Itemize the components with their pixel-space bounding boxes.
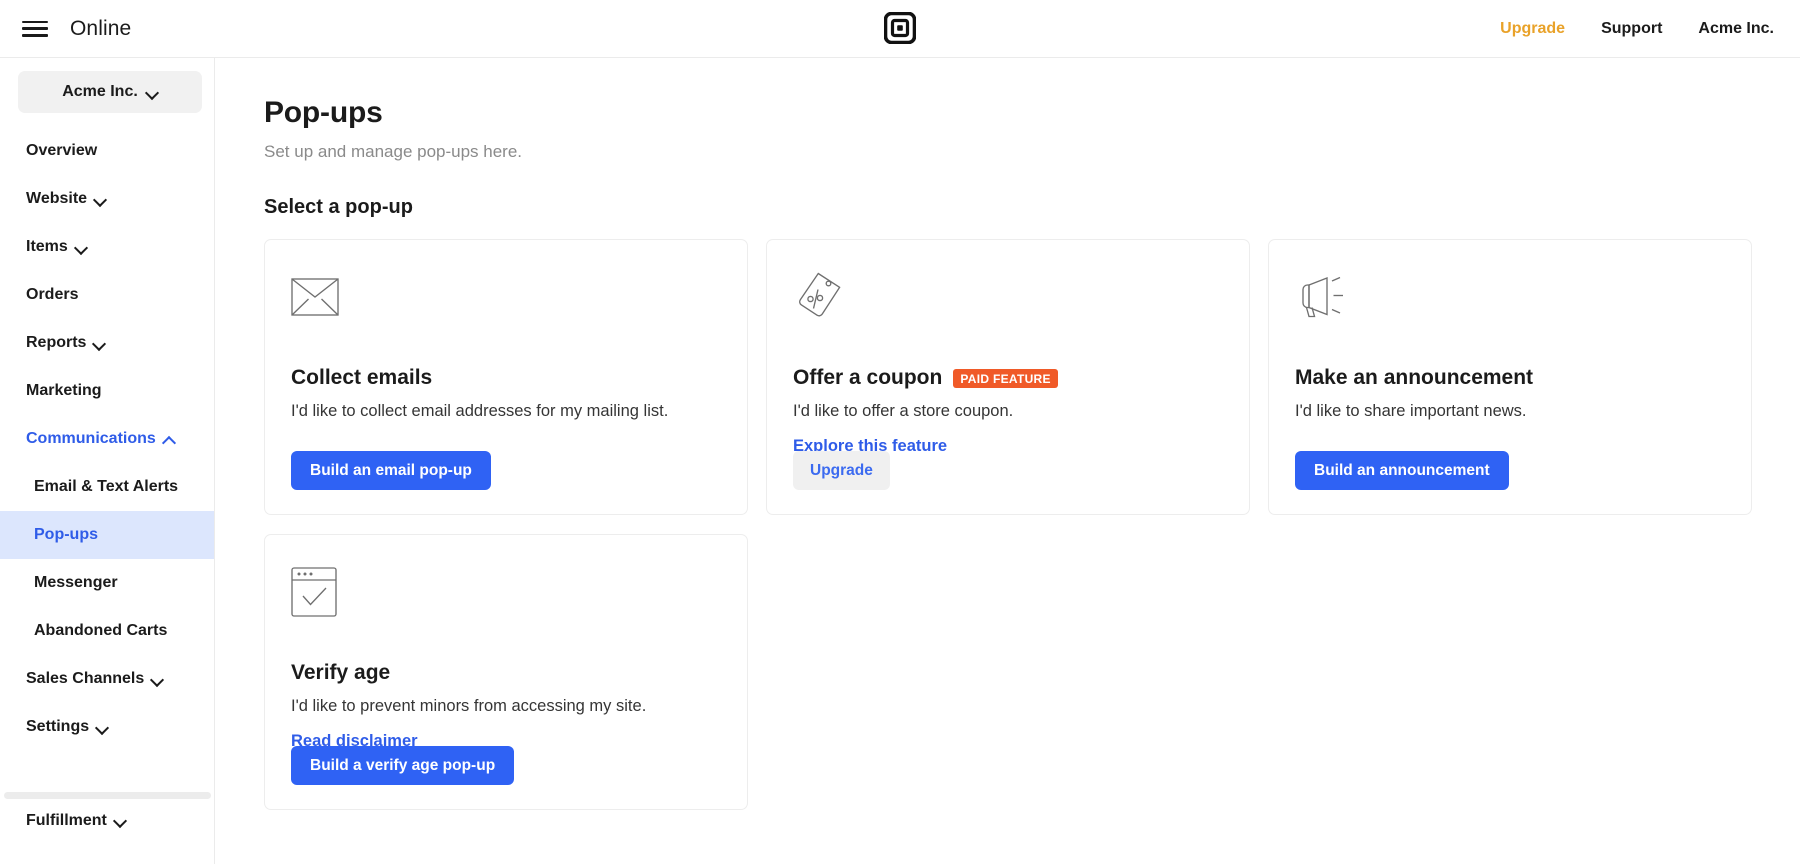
- sidebar-item-sales-channels[interactable]: Sales Channels: [0, 655, 214, 703]
- chevron-down-icon: [152, 674, 163, 685]
- sidebar-item-label: Settings: [26, 718, 89, 736]
- sidebar-item-label: Items: [26, 238, 68, 256]
- section-title: Select a pop-up: [264, 196, 1800, 219]
- popup-card-make-announcement[interactable]: Make an announcement I'd like to share i…: [1268, 239, 1752, 515]
- sidebar-item-items[interactable]: Items: [0, 223, 214, 271]
- sidebar-scroll-area: Acme Inc. Overview Website Items Orders …: [0, 58, 214, 789]
- popup-card-verify-age[interactable]: Verify age I'd like to prevent minors fr…: [264, 534, 748, 810]
- sidebar-item-label: Email & Text Alerts: [34, 478, 178, 496]
- card-title: Collect emails: [291, 366, 432, 390]
- card-actions: Upgrade: [793, 451, 890, 490]
- card-heading-row: Make an announcement: [1295, 366, 1725, 390]
- sidebar-horizontal-scrollbar[interactable]: [2, 789, 214, 801]
- build-announcement-button[interactable]: Build an announcement: [1295, 451, 1509, 490]
- upgrade-button[interactable]: Upgrade: [793, 451, 890, 490]
- sidebar-item-label: Reports: [26, 334, 86, 352]
- chevron-down-icon: [95, 194, 106, 205]
- card-title: Offer a coupon: [793, 366, 942, 390]
- store-switcher[interactable]: Acme Inc.: [18, 71, 202, 113]
- sidebar-item-settings[interactable]: Settings: [0, 703, 214, 751]
- card-description: I'd like to prevent minors from accessin…: [291, 697, 721, 716]
- square-logo-icon[interactable]: [884, 12, 916, 44]
- build-verify-age-popup-button[interactable]: Build a verify age pop-up: [291, 746, 514, 785]
- price-tag-icon: [793, 268, 1223, 326]
- sidebar-item-fulfillment[interactable]: Fulfillment: [0, 797, 126, 845]
- sidebar-item-communications[interactable]: Communications: [0, 415, 214, 463]
- topbar-link-support[interactable]: Support: [1601, 20, 1662, 38]
- sidebar-item-label: Overview: [26, 142, 97, 160]
- card-title: Verify age: [291, 661, 390, 685]
- chevron-down-icon: [115, 815, 126, 826]
- card-title: Make an announcement: [1295, 366, 1533, 390]
- card-description: I'd like to offer a store coupon.: [793, 402, 1223, 421]
- sidebar-nav: Overview Website Items Orders Reports Ma…: [0, 127, 214, 751]
- sidebar-item-overview[interactable]: Overview: [0, 127, 214, 175]
- sidebar-item-reports[interactable]: Reports: [0, 319, 214, 367]
- topbar-right-group: Upgrade Support Acme Inc.: [1500, 0, 1774, 58]
- card-heading-row: Verify age: [291, 661, 721, 685]
- sidebar-item-label: Sales Channels: [26, 670, 144, 688]
- store-switcher-label: Acme Inc.: [62, 83, 138, 101]
- sidebar-item-orders[interactable]: Orders: [0, 271, 214, 319]
- card-actions: Build a verify age pop-up: [291, 746, 514, 785]
- sidebar-item-messenger[interactable]: Messenger: [0, 559, 214, 607]
- main-content: Pop-ups Set up and manage pop-ups here. …: [216, 58, 1800, 864]
- build-email-popup-button[interactable]: Build an email pop-up: [291, 451, 491, 490]
- envelope-icon: [291, 268, 721, 326]
- top-navigation-bar: Online Upgrade Support Acme Inc.: [0, 0, 1800, 58]
- sidebar-item-marketing[interactable]: Marketing: [0, 367, 214, 415]
- card-actions: Build an email pop-up: [291, 451, 491, 490]
- sidebar-item-abandoned-carts[interactable]: Abandoned Carts: [0, 607, 214, 655]
- chevron-up-icon: [164, 434, 175, 445]
- page-subtitle: Set up and manage pop-ups here.: [264, 142, 1800, 162]
- sidebar-item-label: Marketing: [26, 382, 102, 400]
- card-heading-row: Collect emails: [291, 366, 721, 390]
- topbar-left-group: Online: [0, 17, 131, 41]
- popup-type-grid: Collect emails I'd like to collect email…: [264, 239, 1754, 810]
- status-badge-paid-feature: PAID FEATURE: [953, 369, 1058, 388]
- topbar-link-upgrade[interactable]: Upgrade: [1500, 20, 1565, 38]
- card-actions: Build an announcement: [1295, 451, 1509, 490]
- sidebar-item-label: Communications: [26, 430, 156, 448]
- popup-card-collect-emails[interactable]: Collect emails I'd like to collect email…: [264, 239, 748, 515]
- card-description: I'd like to share important news.: [1295, 402, 1725, 421]
- card-heading-row: Offer a coupon PAID FEATURE: [793, 366, 1223, 390]
- chevron-down-icon: [147, 87, 158, 98]
- sidebar-item-email-text-alerts[interactable]: Email & Text Alerts: [0, 463, 214, 511]
- chevron-down-icon: [94, 338, 105, 349]
- topbar-title: Online: [70, 17, 131, 41]
- megaphone-icon: [1295, 268, 1725, 326]
- topbar-link-account[interactable]: Acme Inc.: [1698, 20, 1774, 38]
- browser-check-icon: [291, 563, 721, 621]
- page-title: Pop-ups: [264, 96, 1800, 130]
- sidebar-item-label: Messenger: [34, 574, 118, 592]
- sidebar-item-website[interactable]: Website: [0, 175, 214, 223]
- chevron-down-icon: [76, 242, 87, 253]
- sidebar-item-label: Fulfillment: [26, 812, 107, 830]
- sidebar-item-label: Abandoned Carts: [34, 622, 167, 640]
- sidebar: Acme Inc. Overview Website Items Orders …: [0, 58, 215, 864]
- card-description: I'd like to collect email addresses for …: [291, 402, 721, 421]
- sidebar-item-label: Orders: [26, 286, 78, 304]
- sidebar-item-label: Website: [26, 190, 87, 208]
- chevron-down-icon: [97, 722, 108, 733]
- hamburger-menu-icon[interactable]: [22, 19, 48, 39]
- popup-card-offer-coupon[interactable]: Offer a coupon PAID FEATURE I'd like to …: [766, 239, 1250, 515]
- scrollbar-thumb[interactable]: [4, 792, 211, 799]
- sidebar-item-label: Pop-ups: [34, 526, 98, 544]
- sidebar-item-pop-ups[interactable]: Pop-ups: [0, 511, 214, 559]
